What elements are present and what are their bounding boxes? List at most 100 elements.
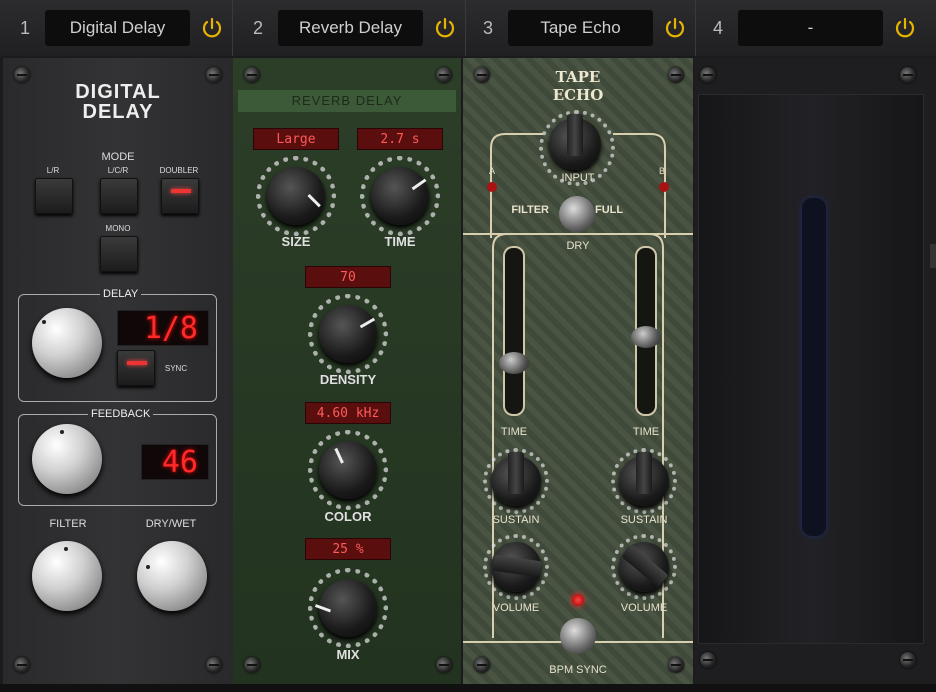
feedback-display: 46	[141, 444, 209, 480]
feedback-label: FEEDBACK	[88, 408, 154, 420]
slot-2[interactable]: 2 Reverb Delay	[233, 0, 466, 56]
mix-knob[interactable]	[314, 579, 377, 637]
mode-label: MODE	[101, 151, 135, 163]
bpm-sync-label: BPM SYNC	[549, 664, 607, 676]
a-led	[487, 182, 497, 192]
time-right-slider[interactable]	[631, 246, 661, 416]
module-title-line1: DIGITAL	[75, 81, 161, 103]
a-label: A	[488, 166, 495, 176]
rack-slot-bar: 1 Digital Delay 2 Reverb Delay 3 Tape Ec…	[0, 0, 936, 56]
mode-doubler-label: DOUBLER	[159, 166, 199, 175]
slot-number: 3	[483, 18, 494, 38]
slot-number: 2	[253, 18, 264, 38]
sustain-left-knob[interactable]	[491, 452, 541, 506]
time-display: 2.7 s	[357, 128, 443, 150]
screw	[700, 67, 716, 83]
screw	[206, 67, 222, 83]
size-knob[interactable]	[267, 167, 325, 225]
density-knob[interactable]	[319, 305, 377, 363]
screw	[436, 657, 452, 673]
filter-knob[interactable]	[32, 541, 102, 611]
slot-effect-name[interactable]: -	[738, 10, 883, 46]
sustain-right-label: SUSTAIN	[620, 514, 668, 526]
bpm-sync-switch[interactable]	[560, 618, 596, 654]
drywet-label: DRY/WET	[145, 518, 197, 530]
mode-mono-button[interactable]	[100, 236, 138, 272]
feedback-knob[interactable]	[32, 424, 102, 494]
color-label: COLOR	[324, 509, 372, 524]
sync-button[interactable]	[117, 350, 155, 386]
slot-number: 1	[20, 18, 31, 38]
filter-dry-full-switch[interactable]	[559, 196, 595, 232]
volume-right-knob[interactable]	[619, 542, 669, 592]
density-label: DENSITY	[319, 372, 377, 387]
b-label: B	[658, 166, 665, 176]
mode-lr-label: L/R	[46, 166, 60, 175]
full-label: FULL	[595, 204, 624, 216]
volume-left-knob[interactable]	[491, 542, 542, 592]
bottom-edge	[0, 684, 936, 692]
screw	[436, 67, 452, 83]
power-icon[interactable]	[200, 16, 224, 40]
input-label: INPUT	[561, 172, 595, 184]
size-label: SIZE	[281, 234, 311, 249]
slider-thumb[interactable]	[631, 326, 661, 348]
time-right-label: TIME	[632, 426, 660, 438]
mode-lcr-label: L/C/R	[107, 166, 129, 175]
sustain-right-knob[interactable]	[619, 452, 669, 506]
module-title-line2: DELAY	[82, 101, 154, 123]
time-left-label: TIME	[500, 426, 528, 438]
delay-display: 1/8	[117, 310, 209, 346]
color-knob[interactable]	[319, 441, 377, 499]
empty-rack-slot	[694, 58, 936, 684]
drywet-knob[interactable]	[137, 541, 207, 611]
mode-doubler-button[interactable]	[161, 178, 199, 214]
led-indicator	[127, 361, 147, 365]
power-icon[interactable]	[433, 16, 457, 40]
power-icon[interactable]	[663, 16, 687, 40]
mode-lr-button[interactable]	[35, 178, 73, 214]
b-led	[659, 182, 669, 192]
delay-label: DELAY	[100, 288, 142, 300]
bpm-sync-led	[572, 594, 584, 606]
dry-label: DRY	[566, 240, 590, 252]
screw	[206, 657, 222, 673]
digital-delay-module: DIGITAL DELAY MODE L/R L/C/R DOUBLER MON…	[3, 58, 233, 684]
density-display: 70	[305, 266, 391, 288]
input-knob[interactable]	[549, 114, 601, 170]
mode-mono-label: MONO	[105, 224, 131, 233]
power-icon[interactable]	[893, 16, 917, 40]
time-knob[interactable]	[371, 167, 429, 225]
screw	[700, 652, 716, 668]
mix-display: 25 %	[305, 538, 391, 560]
slot-3[interactable]: 3 Tape Echo	[463, 0, 696, 56]
screw	[14, 657, 30, 673]
slot-effect-name[interactable]: Digital Delay	[45, 10, 190, 46]
scroll-handle[interactable]	[930, 244, 936, 268]
mix-label: MIX	[336, 647, 360, 662]
volume-left-label: VOLUME	[492, 602, 540, 614]
filter-label: FILTER	[511, 204, 549, 216]
slot-effect-name[interactable]: Tape Echo	[508, 10, 653, 46]
slot-number: 4	[713, 18, 724, 38]
screw	[14, 67, 30, 83]
screw	[244, 657, 260, 673]
rail-connector	[802, 198, 826, 536]
mode-lcr-button[interactable]	[100, 178, 138, 214]
slot-effect-name[interactable]: Reverb Delay	[278, 10, 423, 46]
led-indicator	[171, 189, 191, 193]
sustain-left-label: SUSTAIN	[492, 514, 540, 526]
filter-label: FILTER	[49, 518, 87, 530]
sync-label: SYNC	[164, 364, 188, 373]
slot-1[interactable]: 1 Digital Delay	[0, 0, 233, 56]
reverb-delay-module: REVERB DELAY Large SIZE 2.7 s TIME 70 DE…	[233, 58, 461, 684]
size-display: Large	[253, 128, 339, 150]
delay-knob[interactable]	[32, 308, 102, 378]
time-left-slider[interactable]	[499, 246, 529, 416]
slot-4[interactable]: 4 -	[693, 0, 936, 56]
color-display: 4.60 kHz	[305, 402, 391, 424]
slider-thumb[interactable]	[499, 352, 529, 374]
screw	[244, 67, 260, 83]
module-header: REVERB DELAY	[238, 90, 456, 112]
time-label: TIME	[384, 234, 416, 249]
